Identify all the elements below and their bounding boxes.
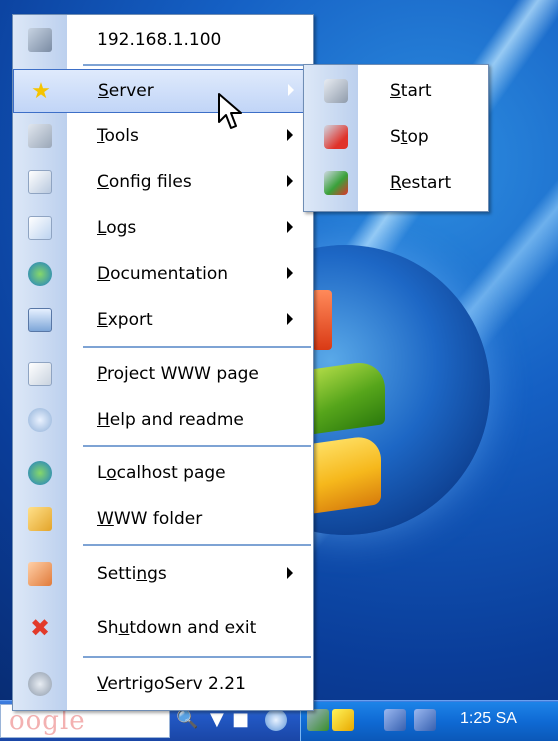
star-icon: ★ [31, 78, 51, 104]
submenu-item-stop[interactable]: Stop [304, 115, 488, 161]
menu-separator [83, 544, 311, 546]
hand-tray-icon[interactable] [332, 709, 354, 731]
vertrigo-tray-menu: 192.168.1.100 ★ Server Tools Config file… [12, 14, 314, 711]
submenu-arrow-icon [287, 175, 293, 187]
menu-item-www-folder[interactable]: WWW folder [13, 498, 313, 542]
server-start-icon [324, 79, 348, 103]
home-page-icon [28, 362, 52, 386]
menu-item-shutdown-exit[interactable]: ✖ Shutdown and exit [13, 607, 313, 651]
help-icon [28, 408, 52, 432]
dropdown-arrow-icon[interactable]: ▼ [210, 708, 224, 732]
document-icon [28, 216, 52, 240]
folder-icon [28, 507, 52, 531]
clock[interactable]: 1:25 SA [460, 710, 517, 728]
menu-separator [83, 64, 311, 66]
back-arrow-icon[interactable] [265, 709, 287, 731]
menu-item-project-www-page[interactable]: Project WWW page [13, 353, 313, 397]
submenu-item-restart[interactable]: Restart [304, 161, 488, 207]
settings-wrench-icon [28, 562, 52, 586]
close-x-icon: ✖ [29, 614, 51, 642]
network-tray-icon[interactable] [384, 709, 406, 731]
submenu-arrow-icon [287, 221, 293, 233]
menu-item-localhost-page[interactable]: Localhost page [13, 452, 313, 496]
save-disk-icon [28, 308, 52, 332]
menu-item-export[interactable]: Export [13, 299, 313, 343]
window-square-icon[interactable]: ■ [232, 708, 249, 732]
globe-page-icon [28, 461, 52, 485]
menu-item-about-vertrigo[interactable]: VertrigoServ 2.21 [13, 663, 313, 707]
submenu-arrow-icon [287, 567, 293, 579]
windows-flag-red [312, 290, 332, 350]
network-computer-icon [28, 28, 52, 52]
edit-file-icon [28, 170, 52, 194]
menu-separator [83, 346, 311, 348]
menu-item-help-readme[interactable]: Help and readme [13, 399, 313, 443]
globe-icon [28, 262, 52, 286]
submenu-item-start[interactable]: Start [304, 69, 488, 115]
menu-item-ip-address[interactable]: 192.168.1.100 [13, 19, 313, 63]
menu-item-config-files[interactable]: Config files [13, 161, 313, 205]
server-restart-icon [324, 171, 348, 195]
server-stop-icon [324, 125, 348, 149]
network-tray-icon-2[interactable] [414, 709, 436, 731]
server-submenu: Start Stop Restart [303, 64, 489, 212]
menu-item-documentation[interactable]: Documentation [13, 253, 313, 297]
menu-item-tools[interactable]: Tools [13, 115, 313, 159]
menu-item-settings[interactable]: Settings [13, 553, 313, 597]
menu-separator [83, 445, 311, 447]
submenu-arrow-icon [287, 129, 293, 141]
submenu-arrow-icon [288, 84, 294, 96]
menu-separator [83, 656, 311, 658]
magnifier-icon[interactable]: 🔍 [176, 708, 198, 732]
menu-item-server[interactable]: ★ Server [13, 69, 313, 113]
submenu-arrow-icon [287, 267, 293, 279]
wrench-icon [28, 124, 52, 148]
vertrigo-logo-icon [28, 672, 52, 696]
vertrigo-tray-icon[interactable] [307, 709, 329, 731]
mouse-pointer-icon [218, 93, 242, 129]
menu-item-logs[interactable]: Logs [13, 207, 313, 251]
submenu-arrow-icon [287, 313, 293, 325]
